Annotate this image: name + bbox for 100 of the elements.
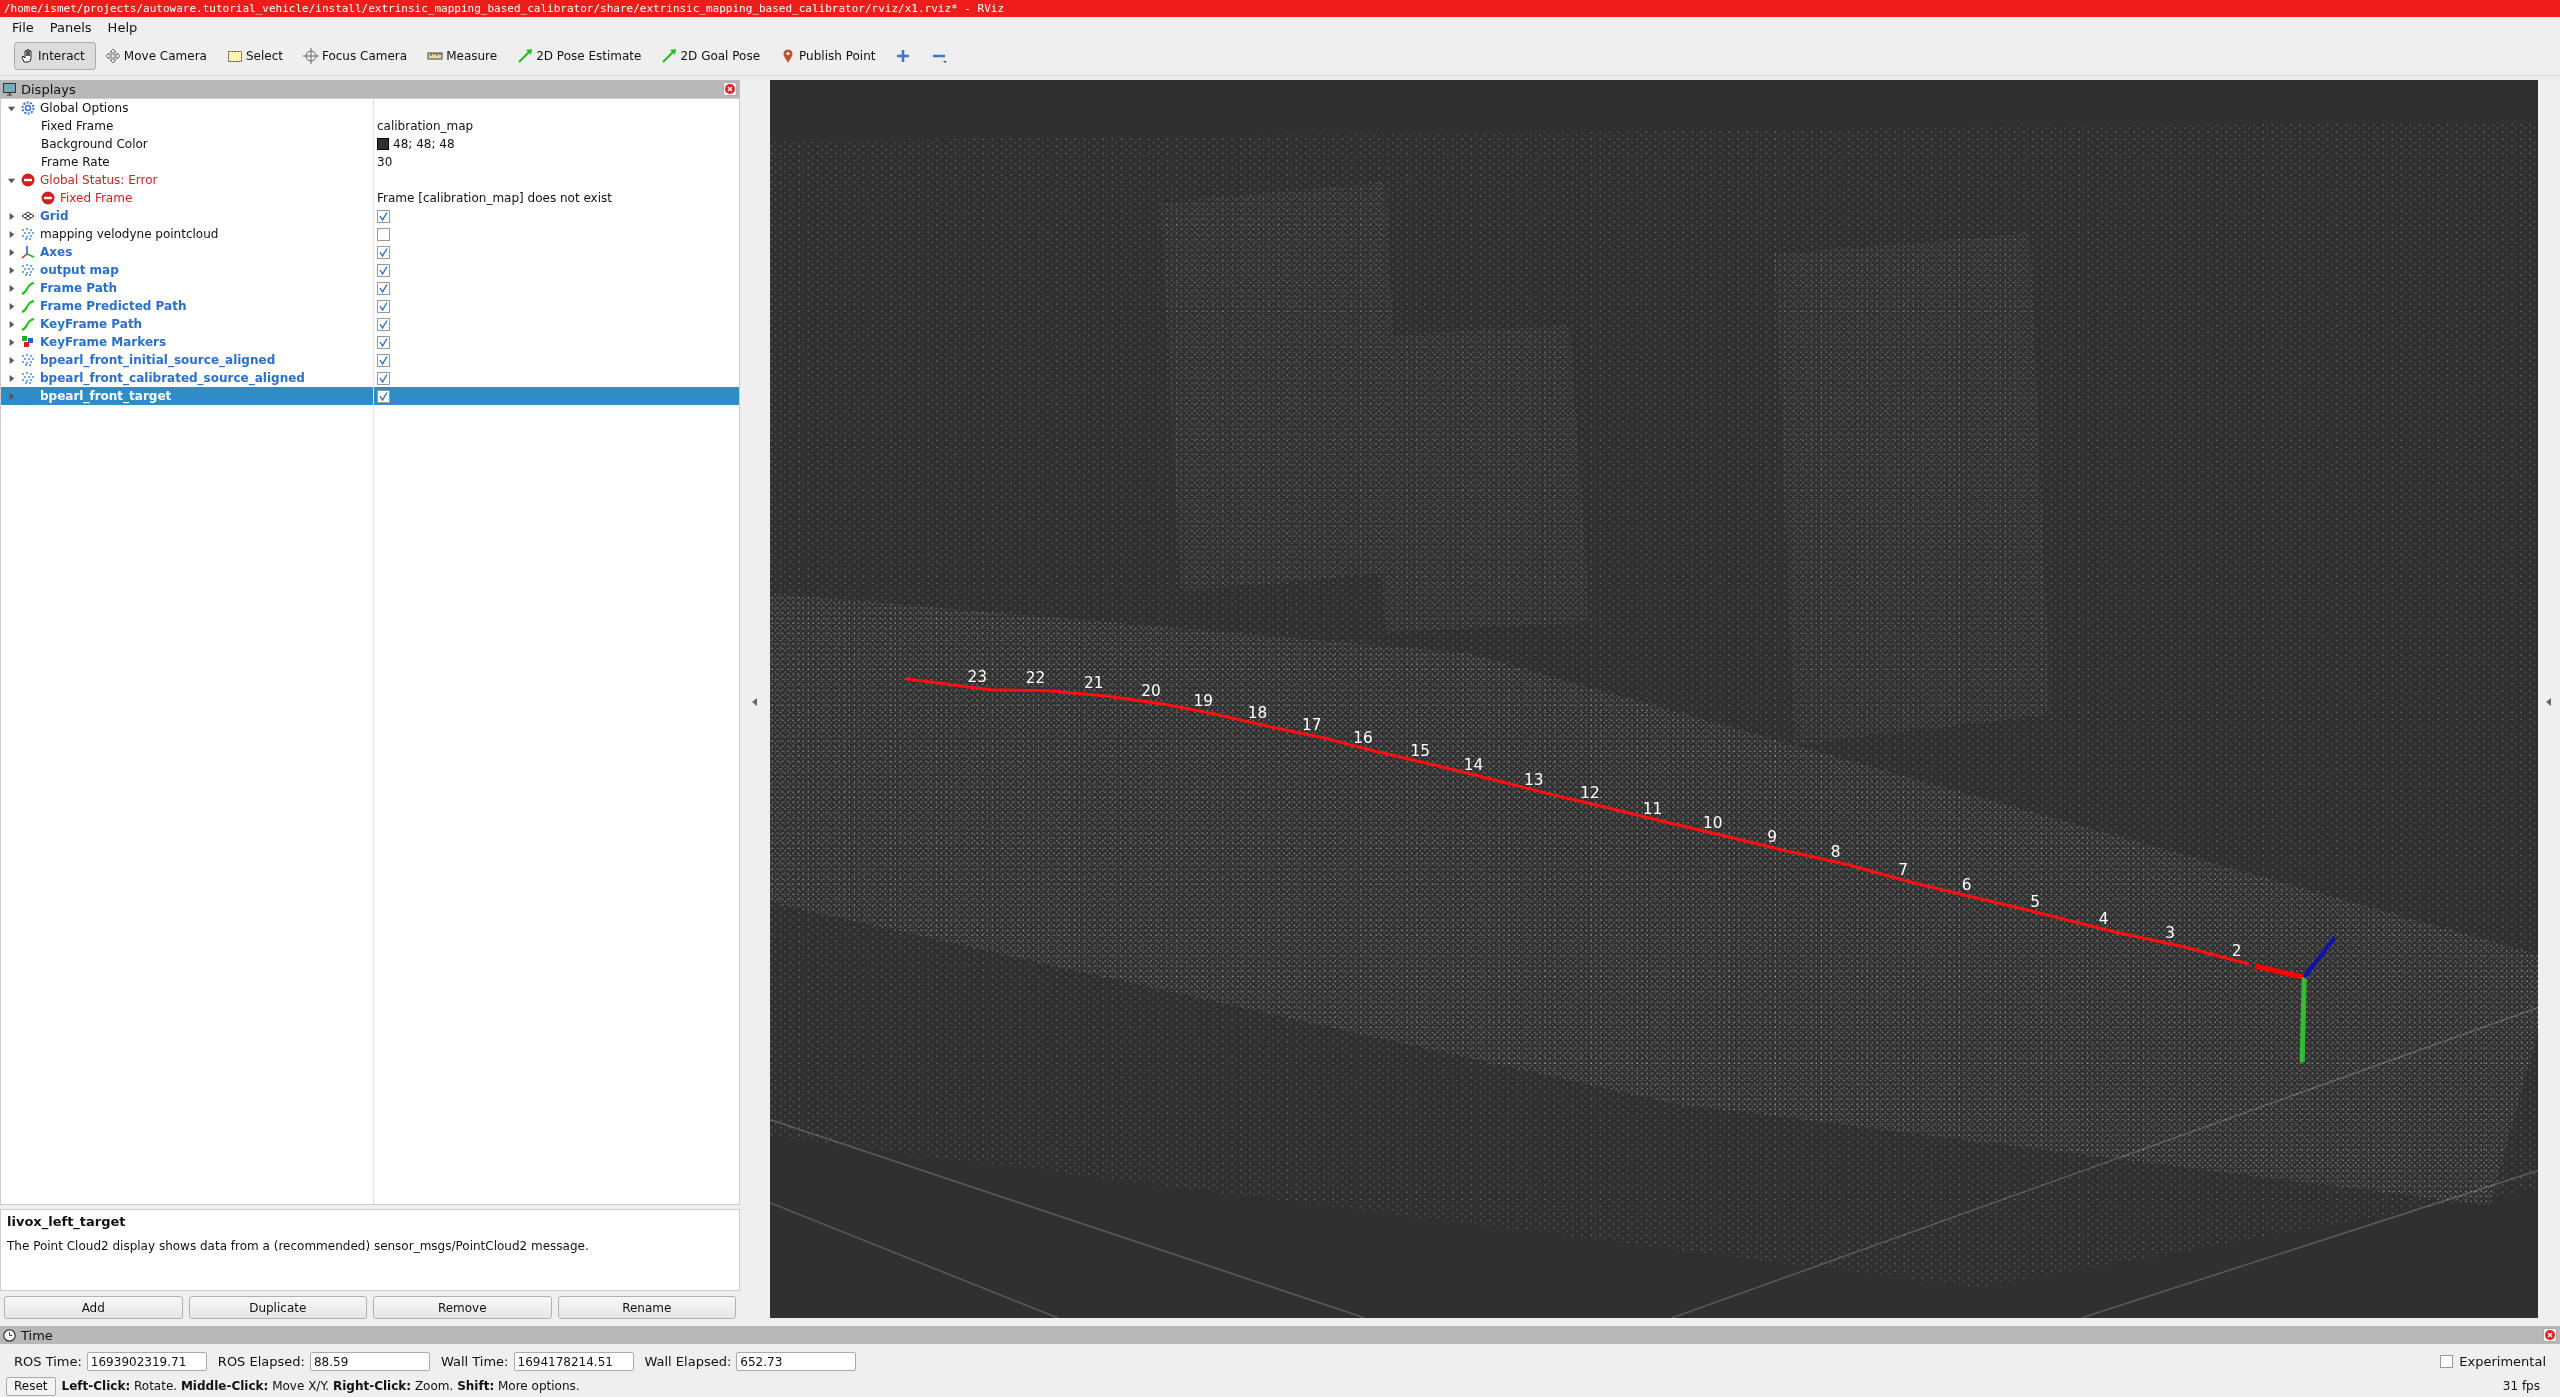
tool-button[interactable]: 2D Pose Estimate [512, 42, 653, 70]
monitor-icon [3, 82, 16, 96]
display-name: bpearl_front_calibrated_source_aligned [40, 371, 305, 385]
checkbox[interactable] [377, 245, 390, 259]
collapsed-arrow-icon[interactable] [7, 265, 16, 275]
time-field[interactable]: 88.59 [309, 1352, 430, 1371]
collapsed-arrow-icon[interactable] [7, 373, 16, 383]
checkbox[interactable] [377, 353, 390, 367]
display-name: Fixed Frame [41, 119, 114, 133]
collapsed-arrow-icon[interactable] [7, 247, 16, 257]
checkbox[interactable] [377, 389, 390, 403]
3d-viewport[interactable]: 23 22 21 20 19 18 17 16 15 14 13 12 11 10 9 8 7 6 5 4 3 2 [770, 80, 2538, 1318]
tool-button[interactable]: 2D Goal Pose [656, 42, 772, 70]
tree-row[interactable]: Frame Predicted Path [1, 297, 739, 315]
panel-title: Time [21, 1327, 53, 1343]
collapsed-arrow-icon[interactable] [7, 229, 16, 239]
time-field[interactable]: 1693902319.71 [86, 1352, 207, 1371]
hand-icon [19, 48, 35, 64]
tree-row[interactable]: Axes [1, 243, 739, 261]
tree-row[interactable]: Fixed Frame Frame [calibration_map] does not exist [1, 189, 739, 207]
collapse-arrow-icon[interactable] [752, 698, 758, 706]
time-field[interactable]: 1694178214.51 [513, 1352, 634, 1371]
collapsed-arrow-icon[interactable] [7, 337, 16, 347]
tree-row[interactable]: Fixed Frame calibration_map [1, 117, 739, 135]
gear-icon [21, 101, 35, 115]
tool-button[interactable]: Publish Point [775, 42, 887, 70]
menu-item[interactable]: Panels [43, 18, 98, 36]
display-name: output map [40, 263, 119, 277]
axes-icon [21, 245, 35, 259]
close-icon[interactable] [723, 82, 737, 96]
property-value: Frame [calibration_map] does not exist [377, 191, 612, 205]
checkbox[interactable] [377, 263, 390, 277]
property-value: calibration_map [377, 119, 474, 133]
curve-icon [21, 299, 35, 313]
panel-button[interactable]: Remove [373, 1296, 552, 1319]
display-name: Fixed Frame [60, 191, 133, 205]
tree-row[interactable]: Grid [1, 207, 739, 225]
field-label: ROS Time: [14, 1354, 82, 1369]
checkbox[interactable] [377, 209, 390, 223]
tree-row[interactable]: output map [1, 261, 739, 279]
window-title: /home/ismet/projects/autoware.tutorial_vehicle/install/extrinsic_mapping_based_calibrator/share/extrinsic_mapping_based_calibrator/rviz/x1.rviz* - RViz [0, 0, 2560, 17]
checkbox[interactable] [377, 299, 390, 313]
fps-text: 31 fps [2502, 1379, 2541, 1393]
collapsed-arrow-icon[interactable] [7, 211, 16, 221]
grid-icon [21, 209, 35, 223]
reset-button[interactable]: Reset [6, 1376, 56, 1396]
tree-row[interactable]: Frame Rate 30 [1, 153, 739, 171]
collapsed-arrow-icon[interactable] [7, 355, 16, 365]
tool-button[interactable]: Measure [422, 42, 509, 70]
tree-row[interactable]: Global Options [1, 99, 739, 117]
curve-icon [21, 317, 35, 331]
point-cloud-icon [21, 227, 35, 241]
collapsed-arrow-icon[interactable] [7, 283, 16, 293]
keyframe-label: 8 [1830, 842, 1841, 861]
crosshair-icon [302, 48, 319, 64]
menu-item[interactable]: File [6, 18, 40, 36]
hint-text: Left-Click: Rotate. Middle-Click: Move X/Y. Right-Click: Zoom. Shift: More options. [61, 1379, 580, 1393]
display-name: mapping velodyne pointcloud [40, 227, 219, 241]
tree-row[interactable]: mapping velodyne pointcloud [1, 225, 739, 243]
keyframe-label: 11 [1642, 799, 1663, 818]
collapse-arrow-icon[interactable] [2546, 698, 2552, 706]
keyframe-label: 21 [1084, 673, 1104, 692]
keyframe-label: 9 [1767, 828, 1778, 847]
checkbox[interactable] [377, 317, 390, 331]
tree-row[interactable]: Background Color 48; 48; 48 [1, 135, 739, 153]
menu-item[interactable]: Help [101, 18, 144, 36]
tree-row[interactable]: bpearl_front_initial_source_aligned [1, 351, 739, 369]
keyframe-label: 23 [967, 667, 987, 686]
checkbox[interactable] [377, 227, 390, 241]
tree-row[interactable]: Global Status: Error [1, 171, 739, 189]
collapsed-arrow-icon[interactable] [7, 319, 16, 329]
keyframe-label: 5 [2030, 892, 2040, 911]
display-name: Background Color [41, 137, 148, 151]
keyframe-label: 22 [1025, 668, 1046, 687]
field-label: Wall Time: [440, 1354, 509, 1369]
tool-button[interactable]: Focus Camera [297, 42, 419, 70]
tool-button[interactable]: Select [221, 42, 294, 70]
panel-button[interactable]: Rename [557, 1296, 736, 1319]
tree-row[interactable]: Frame Path [1, 279, 739, 297]
checkbox[interactable] [377, 371, 390, 385]
clock-icon [3, 1328, 16, 1342]
keyframe-label: 10 [1703, 813, 1723, 832]
checkbox[interactable] [377, 335, 390, 349]
tool-button[interactable]: Interact [14, 42, 96, 70]
tree-row[interactable]: KeyFrame Path [1, 315, 739, 333]
panel-button[interactable]: Duplicate [188, 1296, 367, 1319]
keyframe-label: 13 [1524, 770, 1544, 789]
keyframe-label: 7 [1898, 861, 1908, 879]
collapsed-arrow-icon[interactable] [7, 301, 16, 311]
point-cloud-icon [21, 353, 35, 367]
checkbox[interactable] [2440, 1355, 2454, 1368]
time-field[interactable]: 652.73 [736, 1352, 857, 1371]
panel-button[interactable]: Add [4, 1296, 183, 1319]
tree-row[interactable]: KeyFrame Markers [1, 333, 739, 351]
close-icon[interactable] [2543, 1328, 2557, 1342]
checkbox[interactable] [377, 281, 390, 295]
tree-row[interactable]: bpearl_front_calibrated_source_aligned [1, 369, 739, 387]
tool-button[interactable]: Move Camera [99, 42, 218, 70]
keyframe-label: 3 [2165, 924, 2176, 943]
tree-row[interactable]: bpearl_front_target [1, 387, 739, 405]
